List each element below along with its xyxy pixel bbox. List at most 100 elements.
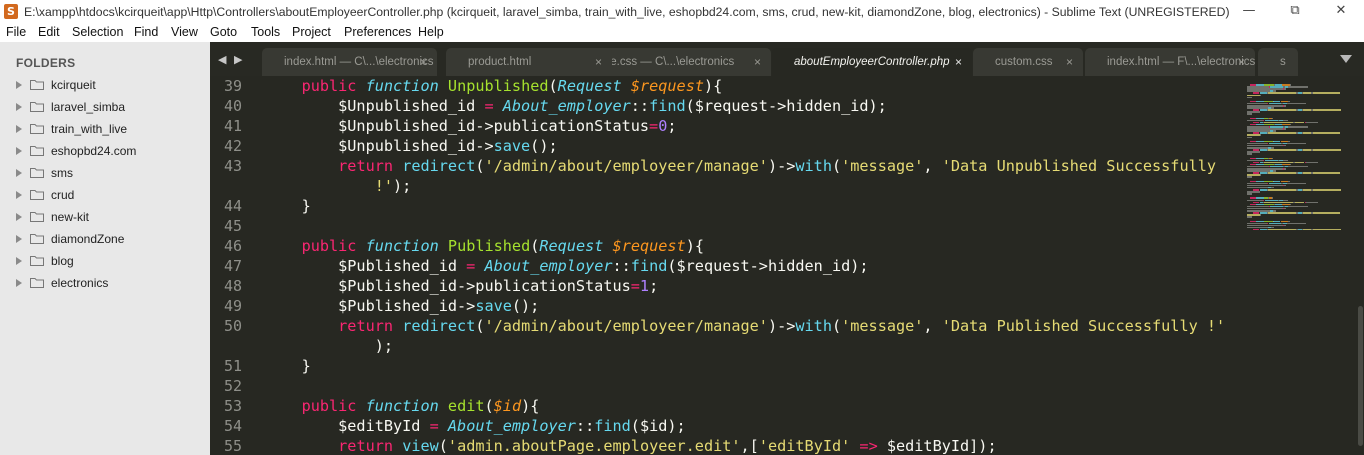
minimap-segment bbox=[1288, 165, 1309, 168]
minimap-segment bbox=[1259, 228, 1267, 231]
scrollbar-thumb[interactable] bbox=[1358, 306, 1363, 446]
code-token: ){ bbox=[685, 237, 704, 255]
tab-active[interactable]: aboutEmployeerController.php × bbox=[772, 48, 972, 76]
tab-close-icon[interactable]: × bbox=[754, 55, 761, 69]
code-token: return bbox=[338, 157, 394, 175]
code-line[interactable]: return view('admin.aboutPage.employeer.e… bbox=[265, 436, 996, 455]
minimap-segment bbox=[1302, 132, 1311, 134]
minimap-segment bbox=[1284, 184, 1286, 187]
chevron-right-icon[interactable] bbox=[16, 125, 22, 133]
minimap-segment bbox=[1259, 94, 1262, 96]
tab-close-icon[interactable]: × bbox=[595, 55, 602, 69]
chevron-right-icon[interactable] bbox=[16, 103, 22, 111]
code-token: 'editById' bbox=[758, 437, 851, 455]
code-line[interactable]: $Unpublished_id = About_employer::find($… bbox=[265, 96, 887, 116]
code-line[interactable]: return redirect('/admin/about/employeer/… bbox=[265, 316, 1225, 336]
chevron-right-icon[interactable] bbox=[16, 81, 22, 89]
code-line[interactable]: $Published_id->save(); bbox=[265, 296, 539, 316]
menu-find[interactable]: Find bbox=[134, 25, 158, 39]
code-line[interactable]: $Unpublished_id->publicationStatus=0; bbox=[265, 116, 676, 136]
code-line[interactable]: $editById = About_employer::find($id); bbox=[265, 416, 686, 436]
chevron-right-icon[interactable] bbox=[16, 191, 22, 199]
restore-icon[interactable]: ⧉ bbox=[1272, 0, 1318, 24]
code-token: public bbox=[301, 77, 357, 95]
chevron-right-icon[interactable] bbox=[16, 147, 22, 155]
chevron-right-icon[interactable] bbox=[16, 235, 22, 243]
code-token: )-> bbox=[767, 317, 796, 335]
minimap-segment bbox=[1259, 109, 1267, 111]
code-token: '/admin/about/employeer/manage' bbox=[484, 317, 768, 335]
title-bar[interactable]: S E:\xampp\htdocs\kcirqueit\app\Http\Con… bbox=[0, 0, 1364, 24]
code-line[interactable]: ); bbox=[265, 336, 393, 356]
line-number: 46 bbox=[223, 237, 242, 255]
menu-file[interactable]: File bbox=[6, 25, 26, 39]
tab-close-icon[interactable]: × bbox=[420, 55, 427, 69]
code-token: '/admin/about/employeer/manage' bbox=[484, 157, 768, 175]
tab-file[interactable]: s bbox=[1258, 48, 1298, 76]
vertical-scrollbar[interactable] bbox=[1356, 76, 1364, 455]
code-line[interactable]: public function Unpublished(Request $req… bbox=[265, 76, 723, 96]
code-area[interactable]: public function Unpublished(Request $req… bbox=[265, 76, 1245, 455]
menu-help[interactable]: Help bbox=[418, 25, 444, 39]
code-line[interactable]: public function edit($id){ bbox=[265, 396, 540, 416]
code-token: view bbox=[402, 437, 439, 455]
code-line[interactable]: $Published_id->publicationStatus=1; bbox=[265, 276, 658, 296]
folder-icon bbox=[30, 145, 44, 156]
code-line[interactable]: } bbox=[265, 356, 311, 376]
code-token: $Unpublished_id-> bbox=[265, 137, 494, 155]
tab-overflow-chevron-down-icon[interactable] bbox=[1340, 55, 1352, 63]
code-line[interactable]: !'); bbox=[265, 176, 412, 196]
tab-file[interactable]: index.html — F\...\electronics × bbox=[1085, 48, 1255, 76]
folder-icon bbox=[30, 167, 44, 178]
chevron-right-icon[interactable] bbox=[16, 213, 22, 221]
minimap-segment bbox=[1302, 92, 1311, 94]
code-line[interactable]: } bbox=[265, 196, 311, 216]
chevron-right-icon[interactable] bbox=[16, 279, 22, 287]
close-icon[interactable]: ✕ bbox=[1318, 0, 1364, 24]
menu-project[interactable]: Project bbox=[292, 25, 331, 39]
minimap[interactable] bbox=[1247, 76, 1341, 455]
minimap-segment bbox=[1259, 149, 1267, 151]
code-token: with bbox=[795, 157, 832, 175]
tab-close-icon[interactable]: × bbox=[1238, 55, 1245, 69]
code-line[interactable]: $Published_id = About_employer::find($re… bbox=[265, 256, 869, 276]
tab-close-icon[interactable]: × bbox=[1066, 55, 1073, 69]
tab-close-icon[interactable]: × bbox=[955, 55, 962, 69]
line-number: 55 bbox=[223, 437, 242, 455]
minimap-segment bbox=[1306, 161, 1319, 164]
code-token: } bbox=[265, 197, 311, 215]
code-line[interactable]: $Unpublished_id->save(); bbox=[265, 136, 557, 156]
code-line[interactable]: return redirect('/admin/about/employeer/… bbox=[265, 156, 1216, 176]
menu-view[interactable]: View bbox=[171, 25, 198, 39]
code-editor[interactable]: 39 40 41 42 43 44 45 46 47 48 49 50 51 52 53 54 55 publi… bbox=[210, 76, 1364, 455]
code-token: 0 bbox=[658, 117, 668, 135]
menu-preferences[interactable]: Preferences bbox=[344, 25, 411, 39]
chevron-right-icon[interactable] bbox=[16, 169, 22, 177]
menu-selection[interactable]: Selection bbox=[72, 25, 123, 39]
code-line[interactable]: public function Published(Request $reque… bbox=[265, 236, 704, 256]
menu-edit[interactable]: Edit bbox=[38, 25, 60, 39]
tab-file[interactable]: product.html × bbox=[446, 48, 612, 76]
code-token: ($request->hidden_id); bbox=[667, 257, 869, 275]
code-token: )-> bbox=[767, 157, 796, 175]
code-token: = bbox=[466, 257, 476, 275]
code-token: 'Data Published Successfully !' bbox=[941, 317, 1226, 335]
minimap-segment bbox=[1312, 109, 1341, 111]
menu-goto[interactable]: Goto bbox=[210, 25, 237, 39]
line-number: 43 bbox=[223, 157, 242, 175]
tab-file[interactable]: custom.css × bbox=[973, 48, 1083, 76]
chevron-right-icon[interactable] bbox=[16, 257, 22, 265]
tab-file[interactable]: index.html — C\...\electronics × bbox=[262, 48, 437, 76]
minimap-segment bbox=[1286, 222, 1307, 225]
code-token: ( bbox=[484, 397, 494, 415]
sidebar-folder-label: train_with_live bbox=[51, 122, 128, 136]
minimize-icon[interactable]: — bbox=[1226, 0, 1272, 24]
tab-nav-arrows-icon[interactable]: ◀ ▶ bbox=[218, 53, 244, 66]
sidebar-folder-label: new-kit bbox=[51, 210, 90, 224]
minimap-segment bbox=[1267, 149, 1296, 151]
menu-tools[interactable]: Tools bbox=[251, 25, 280, 39]
